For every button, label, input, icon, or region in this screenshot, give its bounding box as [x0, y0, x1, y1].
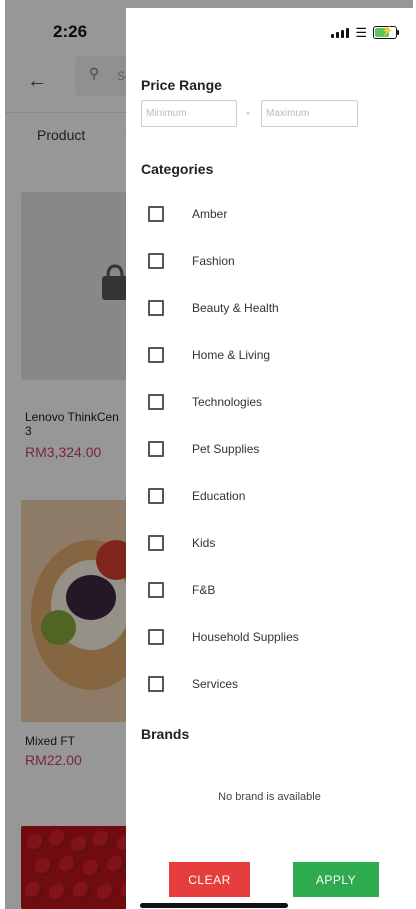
status-icons: ☰ ⚡ — [331, 25, 399, 40]
home-indicator[interactable] — [140, 903, 288, 908]
apply-button[interactable]: APPLY — [293, 862, 379, 897]
category-checkbox-kids[interactable]: Kids — [148, 533, 215, 553]
category-label: Fashion — [192, 254, 235, 268]
category-label: Kids — [192, 536, 216, 550]
checkbox[interactable] — [148, 535, 164, 551]
category-label: F&B — [192, 583, 216, 597]
price-separator: - — [246, 105, 250, 119]
categories-title: Categories — [141, 161, 214, 177]
category-checkbox-education[interactable]: Education — [148, 486, 245, 506]
signal-icon — [331, 27, 350, 38]
category-label: Beauty & Health — [192, 301, 279, 315]
category-label: Technologies — [192, 395, 263, 409]
checkbox[interactable] — [148, 347, 164, 363]
no-brand-message: No brand is available — [218, 791, 321, 803]
checkbox[interactable] — [148, 253, 164, 269]
category-label: Household Supplies — [192, 630, 299, 644]
checkbox[interactable] — [148, 300, 164, 316]
category-label: Pet Supplies — [192, 442, 260, 456]
category-checkbox-home-living[interactable]: Home & Living — [148, 345, 270, 365]
category-checkbox-beauty-health[interactable]: Beauty & Health — [148, 298, 279, 318]
checkbox[interactable] — [148, 676, 164, 692]
checkbox[interactable] — [148, 441, 164, 457]
checkbox[interactable] — [148, 582, 164, 598]
battery-icon: ⚡ — [373, 26, 399, 39]
category-checkbox-fashion[interactable]: Fashion — [148, 251, 235, 271]
checkbox[interactable] — [148, 206, 164, 222]
category-checkbox-household-supplies[interactable]: Household Supplies — [148, 627, 299, 647]
category-checkbox-pet-supplies[interactable]: Pet Supplies — [148, 439, 259, 459]
filter-panel: ☰ ⚡ Price Range Minimum - Maximum Catego… — [126, 8, 413, 909]
category-label: Education — [192, 489, 246, 503]
category-label: Amber — [192, 207, 228, 221]
category-label: Services — [192, 677, 239, 691]
checkbox[interactable] — [148, 394, 164, 410]
min-price-input[interactable]: Minimum — [141, 100, 237, 127]
clear-button[interactable]: CLEAR — [169, 862, 250, 897]
checkbox[interactable] — [148, 488, 164, 504]
price-range-title: Price Range — [141, 77, 222, 93]
category-checkbox-fnb[interactable]: F&B — [148, 580, 215, 600]
max-price-input[interactable]: Maximum — [261, 100, 358, 127]
category-checkbox-technologies[interactable]: Technologies — [148, 392, 262, 412]
brands-title: Brands — [141, 726, 190, 742]
category-label: Home & Living — [192, 348, 271, 362]
category-checkbox-amber[interactable]: Amber — [148, 204, 227, 224]
wifi-icon: ☰ — [355, 25, 367, 40]
category-checkbox-services[interactable]: Services — [148, 674, 238, 694]
checkbox[interactable] — [148, 629, 164, 645]
